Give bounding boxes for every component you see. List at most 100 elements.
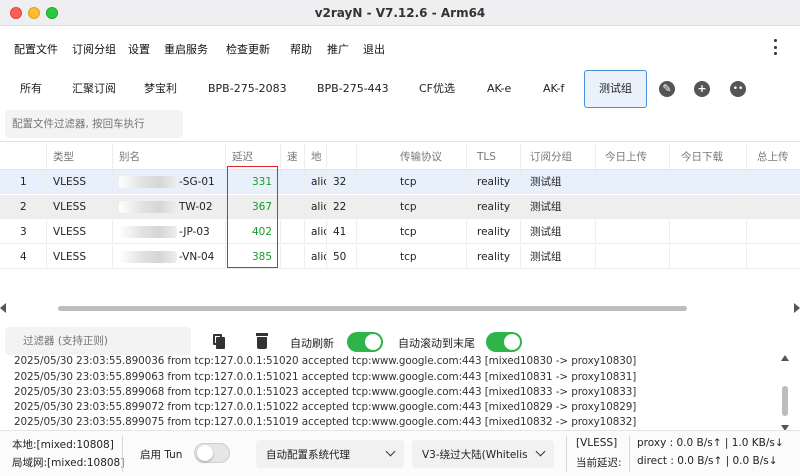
tun-toggle[interactable]	[194, 443, 230, 463]
tab-test-group[interactable]: 测试组	[584, 70, 647, 108]
scroll-up-icon[interactable]	[781, 355, 789, 361]
col-type-header[interactable]: 类型	[46, 144, 112, 169]
col-tls-header[interactable]: TLS	[466, 144, 520, 169]
menu-profiles[interactable]: 配置文件	[14, 41, 58, 57]
server-table: 类型 别名 延迟 速 地 传输协议 TLS 订阅分组 今日上传 今日下载 总上传…	[0, 141, 800, 269]
row-tls: reality	[466, 245, 520, 268]
clear-log-icon[interactable]	[256, 333, 268, 349]
col-group-header[interactable]: 订阅分组	[520, 144, 595, 169]
table-row[interactable]: 1 VLESS -SG-01 331 alic 32 tcp reality 测…	[0, 170, 800, 194]
tab-bpb-443[interactable]: BPB-275-443	[317, 70, 389, 108]
log-vertical-scroll-thumb[interactable]	[782, 386, 788, 416]
log-output[interactable]: 2025/05/30 23:03:55.890036 from tcp:127.…	[0, 355, 782, 427]
col-network-header[interactable]: 传输协议	[356, 144, 466, 169]
row-total-up	[746, 245, 800, 268]
window-title: v2rayN - V7.12.6 - Arm64	[314, 6, 486, 20]
row-tls: reality	[466, 220, 520, 243]
system-proxy-select[interactable]: 自动配置系统代理	[256, 440, 404, 468]
menu-restart-service[interactable]: 重启服务	[164, 41, 208, 57]
redaction-blur	[119, 250, 177, 263]
redaction-blur	[119, 175, 177, 188]
proxy-speed: proxy : 0.0 B/s↑ | 1.0 KB/s↓	[637, 437, 784, 449]
row-group: 测试组	[520, 245, 595, 268]
menu-settings[interactable]: 设置	[128, 41, 150, 57]
row-total-up	[746, 220, 800, 243]
menu-check-update[interactable]: 检查更新	[226, 41, 270, 57]
more-groups-icon[interactable]: ••	[730, 81, 746, 97]
row-alias: -JP-03	[112, 220, 225, 243]
row-total-up	[746, 195, 800, 218]
menu-help[interactable]: 帮助	[290, 41, 312, 57]
row-speed	[280, 245, 304, 268]
col-total-up-header[interactable]: 总上传	[746, 144, 800, 169]
tab-mengbaoli[interactable]: 梦宝利	[144, 70, 177, 108]
row-tls: reality	[466, 195, 520, 218]
col-index-header	[0, 144, 46, 169]
menu-promotion[interactable]: 推广	[327, 41, 349, 57]
col-address-header[interactable]: 地	[304, 144, 326, 169]
table-header: 类型 别名 延迟 速 地 传输协议 TLS 订阅分组 今日上传 今日下载 总上传	[0, 144, 800, 170]
col-today-up-header[interactable]: 今日上传	[595, 144, 669, 169]
horizontal-scroll-thumb[interactable]	[58, 306, 687, 311]
auto-scroll-toggle[interactable]	[486, 332, 522, 352]
row-group: 测试组	[520, 170, 595, 193]
row-port: 32	[326, 170, 356, 193]
row-address: alic	[304, 245, 326, 268]
col-port-header[interactable]	[326, 144, 356, 169]
current-latency: 当前延迟:	[576, 457, 622, 469]
table-row[interactable]: 4 VLESS -VN-04 385 alic 50 tcp reality 测…	[0, 245, 800, 269]
redaction-blur	[119, 225, 177, 238]
scroll-left-icon[interactable]	[0, 303, 6, 313]
tab-bpb-2083[interactable]: BPB-275-2083	[208, 70, 287, 108]
status-divider	[122, 436, 123, 472]
row-group: 测试组	[520, 220, 595, 243]
row-total-up	[746, 170, 800, 193]
row-network: tcp	[356, 195, 466, 218]
lan-port-info: 局域网:[mixed:10808]	[12, 457, 125, 469]
row-today-up	[595, 245, 669, 268]
row-network: tcp	[356, 170, 466, 193]
tab-aggregate[interactable]: 汇聚订阅	[72, 70, 116, 108]
add-group-icon[interactable]: +	[694, 81, 710, 97]
row-port: 41	[326, 220, 356, 243]
row-group: 测试组	[520, 195, 595, 218]
more-menu-icon[interactable]	[772, 39, 778, 55]
row-today-down	[669, 220, 746, 243]
copy-log-icon[interactable]	[213, 334, 225, 349]
row-today-up	[595, 170, 669, 193]
direct-speed: direct : 0.0 B/s↑ | 0.0 B/s↓	[637, 455, 778, 467]
system-proxy-value: 自动配置系统代理	[266, 449, 350, 461]
tab-ak-e[interactable]: AK-e	[487, 70, 511, 108]
row-today-down	[669, 245, 746, 268]
tab-cf-preferred[interactable]: CF优选	[419, 70, 455, 108]
row-tls: reality	[466, 170, 520, 193]
row-today-up	[595, 220, 669, 243]
menu-exit[interactable]: 退出	[363, 41, 385, 57]
edit-group-icon[interactable]: ✎	[659, 81, 675, 97]
log-line: 2025/05/30 23:03:55.890036 from tcp:127.…	[14, 355, 637, 367]
menu-subscription-groups[interactable]: 订阅分组	[72, 41, 116, 57]
table-row[interactable]: 3 VLESS -JP-03 402 alic 41 tcp reality 测…	[0, 220, 800, 244]
row-alias: -SG-01	[112, 170, 225, 193]
log-line: 2025/05/30 23:03:55.899063 from tcp:127.…	[14, 371, 637, 383]
col-alias-header[interactable]: 别名	[112, 144, 225, 169]
scroll-right-icon[interactable]	[794, 303, 800, 313]
profile-filter-input[interactable]	[5, 110, 183, 138]
redaction-blur	[119, 200, 177, 213]
col-today-down-header[interactable]: 今日下载	[669, 144, 746, 169]
row-port: 22	[326, 195, 356, 218]
auto-refresh-toggle[interactable]	[347, 332, 383, 352]
log-filter-input[interactable]	[5, 327, 191, 355]
row-speed	[280, 220, 304, 243]
col-speed-header[interactable]: 速	[280, 144, 304, 169]
row-address: alic	[304, 170, 326, 193]
log-line: 2025/05/30 23:03:55.899072 from tcp:127.…	[14, 401, 637, 413]
row-type: VLESS	[46, 220, 112, 243]
tab-ak-f[interactable]: AK-f	[543, 70, 564, 108]
row-type: VLESS	[46, 195, 112, 218]
latency-highlight-box	[227, 166, 278, 268]
table-row[interactable]: 2 VLESS TW-02 367 alic 22 tcp reality 测试…	[0, 195, 800, 219]
tab-all[interactable]: 所有	[20, 70, 42, 108]
routing-select[interactable]: V3-绕过大陆(Whitelis	[412, 440, 554, 468]
row-type: VLESS	[46, 170, 112, 193]
